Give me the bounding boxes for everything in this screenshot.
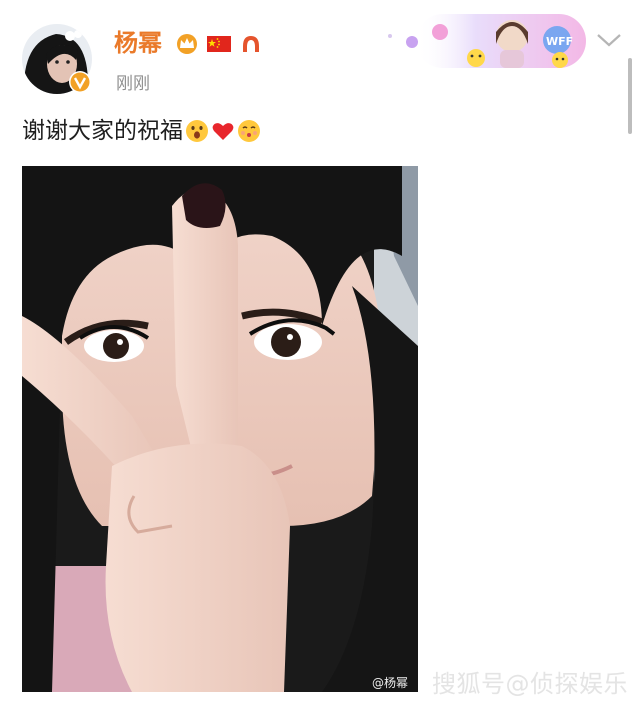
post-text: 谢谢大家的祝福 <box>22 118 183 144</box>
username[interactable]: 杨幂 <box>114 28 162 58</box>
decor-card-label: WFF <box>546 35 573 48</box>
horseshoe-badge-icon <box>243 36 259 52</box>
image-watermark: @杨幂 <box>372 676 409 690</box>
selfie-photo <box>22 166 418 692</box>
post-time: 刚刚 <box>116 74 150 94</box>
user-badges <box>174 33 264 55</box>
decor-card[interactable]: WFF <box>376 10 588 70</box>
surprised-face-icon <box>186 120 208 142</box>
page-watermark: 搜狐号@侦探娱乐 <box>432 670 628 698</box>
chevron-down-icon[interactable] <box>596 32 622 48</box>
post-content: 谢谢大家的祝福 <box>22 116 261 146</box>
china-flag-icon <box>207 36 231 52</box>
verified-badge-icon <box>69 71 91 93</box>
kissing-face-icon <box>238 120 260 142</box>
heart-icon <box>212 123 234 140</box>
scrollbar[interactable] <box>628 58 632 134</box>
crown-icon <box>177 34 197 54</box>
post-image[interactable] <box>22 166 418 692</box>
